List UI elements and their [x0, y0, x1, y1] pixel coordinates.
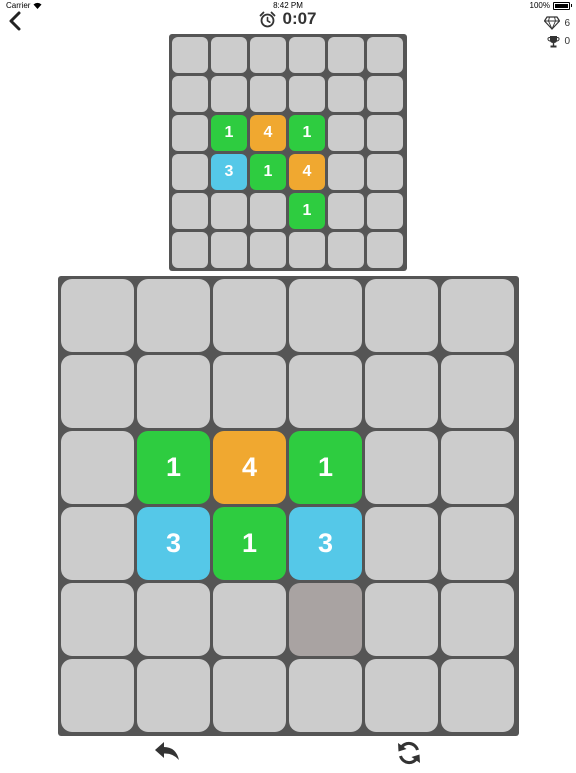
empty-cell — [289, 37, 325, 73]
empty-cell[interactable] — [137, 355, 210, 428]
empty-cell[interactable] — [365, 583, 438, 656]
number-tile[interactable]: 4 — [213, 431, 286, 504]
empty-cell — [367, 232, 403, 268]
empty-cell — [289, 232, 325, 268]
empty-cell — [250, 37, 286, 73]
empty-cell[interactable] — [441, 507, 514, 580]
empty-cell[interactable] — [441, 355, 514, 428]
trophies-count: 0 — [564, 35, 570, 47]
number-tile[interactable]: 1 — [213, 507, 286, 580]
empty-cell[interactable] — [365, 355, 438, 428]
empty-cell — [250, 76, 286, 112]
gems-count: 6 — [564, 17, 570, 29]
trophies-stat: 0 — [544, 32, 570, 50]
number-tile: 1 — [211, 115, 247, 151]
gems-stat: 6 — [544, 14, 570, 32]
refresh-icon — [398, 741, 420, 765]
empty-cell — [211, 76, 247, 112]
empty-cell — [328, 154, 364, 190]
number-tile: 1 — [289, 115, 325, 151]
empty-cell — [250, 193, 286, 229]
empty-cell — [367, 154, 403, 190]
empty-cell[interactable] — [441, 583, 514, 656]
number-tile[interactable]: 1 — [137, 431, 210, 504]
alarm-clock-icon — [260, 11, 276, 27]
empty-cell — [289, 76, 325, 112]
play-board[interactable]: 141313 — [58, 276, 519, 736]
empty-cell[interactable] — [289, 659, 362, 732]
empty-cell[interactable] — [365, 507, 438, 580]
empty-cell[interactable] — [61, 583, 134, 656]
empty-cell — [367, 115, 403, 151]
empty-cell — [211, 193, 247, 229]
number-tile: 4 — [250, 115, 286, 151]
empty-cell — [172, 232, 208, 268]
stats-panel: 6 0 — [544, 14, 570, 50]
timer-value: 0:07 — [282, 9, 317, 28]
empty-cell — [211, 232, 247, 268]
empty-cell[interactable] — [61, 355, 134, 428]
empty-cell[interactable] — [137, 279, 210, 352]
empty-cell — [211, 37, 247, 73]
empty-cell[interactable] — [441, 431, 514, 504]
empty-cell — [328, 37, 364, 73]
diamond-icon — [544, 16, 561, 30]
number-tile: 4 — [289, 154, 325, 190]
empty-cell[interactable] — [365, 431, 438, 504]
empty-cell — [328, 193, 364, 229]
empty-cell[interactable] — [61, 279, 134, 352]
empty-cell[interactable] — [213, 659, 286, 732]
empty-cell[interactable] — [61, 431, 134, 504]
empty-cell — [328, 232, 364, 268]
number-tile: 1 — [250, 154, 286, 190]
empty-cell[interactable] — [213, 583, 286, 656]
empty-cell[interactable] — [289, 355, 362, 428]
number-tile[interactable]: 1 — [289, 431, 362, 504]
number-tile: 1 — [289, 193, 325, 229]
empty-cell — [328, 76, 364, 112]
undo-icon — [155, 742, 179, 760]
restart-button[interactable] — [394, 738, 424, 768]
empty-cell[interactable] — [137, 659, 210, 732]
trophy-icon — [547, 35, 561, 47]
undo-button[interactable] — [152, 738, 182, 768]
empty-cell — [328, 115, 364, 151]
empty-cell[interactable] — [289, 279, 362, 352]
number-tile[interactable]: 3 — [137, 507, 210, 580]
empty-cell[interactable] — [213, 355, 286, 428]
empty-cell — [172, 154, 208, 190]
empty-cell[interactable] — [61, 507, 134, 580]
empty-cell — [250, 232, 286, 268]
timer: 0:07 — [0, 9, 576, 29]
empty-cell[interactable] — [61, 659, 134, 732]
empty-cell[interactable] — [213, 279, 286, 352]
empty-cell — [172, 37, 208, 73]
empty-cell — [367, 76, 403, 112]
empty-cell — [172, 76, 208, 112]
empty-cell[interactable] — [365, 279, 438, 352]
number-tile: 3 — [211, 154, 247, 190]
empty-cell — [172, 193, 208, 229]
empty-cell[interactable] — [441, 279, 514, 352]
empty-cell[interactable] — [441, 659, 514, 732]
selected-cell[interactable] — [289, 583, 362, 656]
empty-cell[interactable] — [365, 659, 438, 732]
empty-cell — [367, 193, 403, 229]
empty-cell — [172, 115, 208, 151]
target-board: 1413141 — [169, 34, 407, 271]
number-tile[interactable]: 3 — [289, 507, 362, 580]
empty-cell — [367, 37, 403, 73]
empty-cell[interactable] — [137, 583, 210, 656]
